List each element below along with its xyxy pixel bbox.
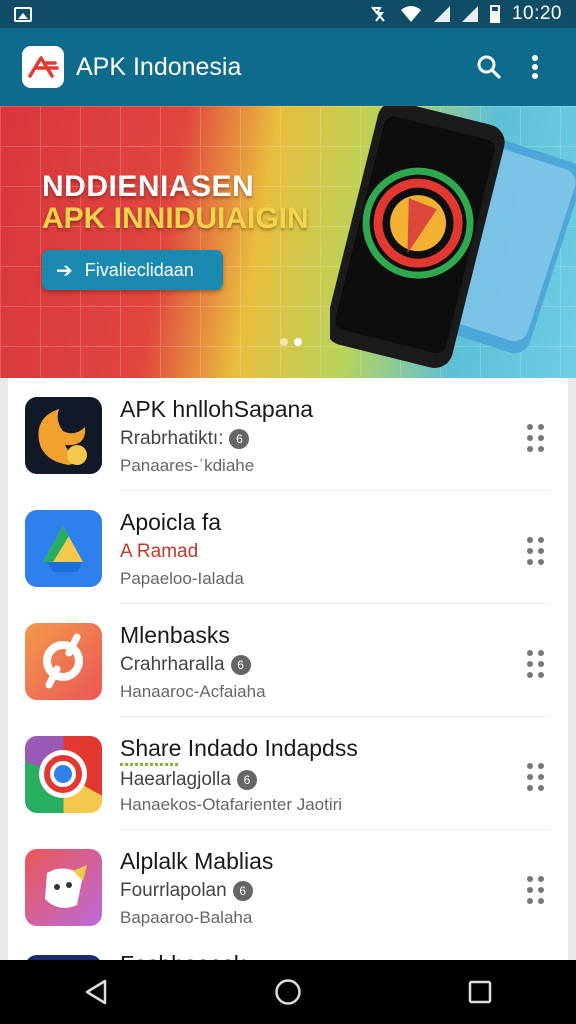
back-icon: [85, 979, 107, 1005]
item-menu-button[interactable]: [520, 870, 550, 910]
app-meta: Panaares-ˈkdiahe: [120, 456, 255, 475]
app-developer: A Ramad: [120, 541, 198, 563]
app-developer: Haearlagjolla 6: [120, 769, 257, 791]
more-vert-icon: [532, 55, 538, 79]
carousel-indicator: [280, 338, 302, 346]
app-icon: [25, 849, 102, 926]
app-bar: APK Indonesia: [0, 28, 576, 106]
rating-badge: 6: [232, 881, 253, 901]
banner-subheadline: APK INNIDUIAIGIN: [42, 202, 309, 235]
status-time: 10:20: [511, 3, 562, 24]
developer-text: Haearlagjolla: [120, 769, 231, 790]
recents-icon: [468, 980, 492, 1004]
app-icon: [25, 623, 102, 700]
list-item[interactable]: Share Indado Indapdss Haearlagjolla 6 Han…: [8, 717, 568, 829]
list-item[interactable]: Apoicla fa A Ramad Papaeloo-Ialada: [8, 491, 568, 603]
rating-stars: [120, 763, 180, 766]
system-nav-bar: [0, 960, 576, 1024]
search-icon: [477, 55, 501, 79]
app-name: Share Indado Indapdss: [120, 735, 358, 761]
app-meta: Papaeloo-Ialada: [120, 569, 244, 588]
image-icon: [14, 6, 32, 22]
app-name: Apoicla fa: [120, 509, 222, 535]
app-meta: Hanaaroc-Acfaiaha: [120, 682, 266, 701]
app-developer: Crahrharalla 6: [120, 654, 251, 676]
app-list: APK hnllohSapana Rrabrhatiktı: 6 Panaares…: [8, 378, 568, 960]
wifi-icon: [400, 6, 421, 22]
list-item[interactable]: Fasbhaeosk: [8, 943, 568, 960]
app-developer: Fourrlapolan 6: [120, 880, 253, 902]
list-item[interactable]: Mlenbasks Crahrharalla 6 Hanaaroc-Acfaiah…: [8, 604, 568, 716]
carousel-dot-active[interactable]: [294, 338, 302, 346]
banner-cta-button[interactable]: ➔ Fivalieclidaan: [42, 250, 223, 290]
app-meta: Hanaekos-Otafarienter Jaotiri: [120, 795, 343, 814]
more-options-button[interactable]: [512, 44, 558, 90]
drag-handle-icon: [526, 763, 544, 791]
list-item[interactable]: APK hnllohSapana Rrabrhatiktı: 6 Panaares…: [8, 378, 568, 490]
recents-button[interactable]: [450, 967, 510, 1017]
app-icon: [25, 736, 102, 813]
home-icon: [275, 979, 301, 1005]
rating-badge: 6: [230, 655, 251, 675]
rating-badge: 6: [229, 429, 250, 449]
signal-icon: [433, 6, 450, 22]
signal-icon: [461, 6, 478, 22]
app-icon: [25, 510, 102, 587]
app-developer: Rrabrhatiktı: 6: [120, 428, 250, 450]
app-name: Fasbhaeosk: [120, 951, 245, 960]
app-icon: [25, 397, 102, 474]
item-menu-button[interactable]: [520, 418, 550, 458]
developer-text: A Ramad: [120, 541, 199, 562]
search-button[interactable]: [466, 44, 512, 90]
rating-badge: 6: [236, 770, 257, 790]
drag-handle-icon: [526, 876, 544, 904]
developer-text: Crahrharalla: [120, 654, 225, 675]
list-item[interactable]: Alplalk Mablias Fourrlapolan 6 Bapaaroo-B…: [8, 830, 568, 942]
arrow-right-icon: ➔: [56, 259, 73, 282]
item-menu-button[interactable]: [520, 757, 550, 797]
drag-handle-icon: [526, 537, 544, 565]
mute-icon: [371, 6, 385, 22]
developer-text: Rrabrhatiktı:: [120, 428, 224, 449]
back-button[interactable]: [66, 967, 126, 1017]
phone-illustration: [330, 106, 576, 368]
banner-headline: NDDIENIASEN: [42, 170, 255, 203]
drag-handle-icon: [526, 424, 544, 452]
home-button[interactable]: [258, 967, 318, 1017]
developer-text: Fourrlapolan: [120, 880, 227, 901]
promo-banner[interactable]: NDDIENIASEN APK INNIDUIAIGIN ➔ Fivaliecl…: [0, 106, 576, 378]
app-title: APK Indonesia: [76, 52, 242, 81]
apk-logo-icon[interactable]: [22, 46, 64, 88]
item-menu-button[interactable]: [520, 531, 550, 571]
app-meta: Bapaaroo-Balaha: [120, 908, 253, 927]
app-name: Alplalk Mablias: [120, 848, 274, 874]
app-name: Mlenbasks: [120, 622, 230, 648]
app-name: APK hnllohSapana: [120, 396, 314, 422]
battery-icon: [489, 5, 500, 23]
banner-cta-label: Fivalieclidaan: [84, 259, 194, 280]
carousel-dot[interactable]: [280, 338, 288, 346]
drag-handle-icon: [526, 650, 544, 678]
item-menu-button[interactable]: [520, 644, 550, 684]
status-bar: 10:20: [0, 0, 576, 28]
